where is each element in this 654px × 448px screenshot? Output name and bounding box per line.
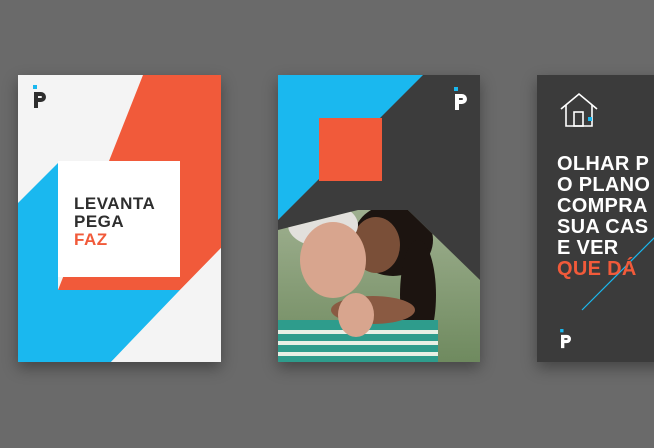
- house-icon: [560, 92, 598, 127]
- headline-line: OLHAR P: [557, 153, 650, 175]
- poster-olhar-headline: OLHAR P O PLANO COMPRA SUA CAS E VER QUE…: [557, 154, 650, 280]
- headline-line: E VER: [557, 237, 619, 259]
- p-logo-icon: [33, 85, 46, 108]
- poster-levanta: LEVANTA PEGA FAZ: [18, 75, 221, 362]
- headline-line: LEVANTA: [74, 194, 156, 213]
- headline-accent: FAZ: [74, 230, 108, 249]
- headline-line: SUA CAS: [557, 216, 649, 238]
- headline-line: COMPRA: [557, 195, 648, 217]
- headline-accent: QUE DÁ: [557, 258, 637, 280]
- poster-levanta-headline: LEVANTA PEGA FAZ: [74, 195, 155, 249]
- p-logo-icon: [454, 87, 467, 110]
- headline-line: O PLANO: [557, 174, 651, 196]
- p-logo-icon: [560, 329, 571, 349]
- poster-olhar: OLHAR P O PLANO COMPRA SUA CAS E VER QUE…: [537, 75, 654, 362]
- poster-photo: [278, 75, 480, 362]
- headline-line: PEGA: [74, 212, 125, 231]
- poster-photo-graphic: [278, 75, 480, 362]
